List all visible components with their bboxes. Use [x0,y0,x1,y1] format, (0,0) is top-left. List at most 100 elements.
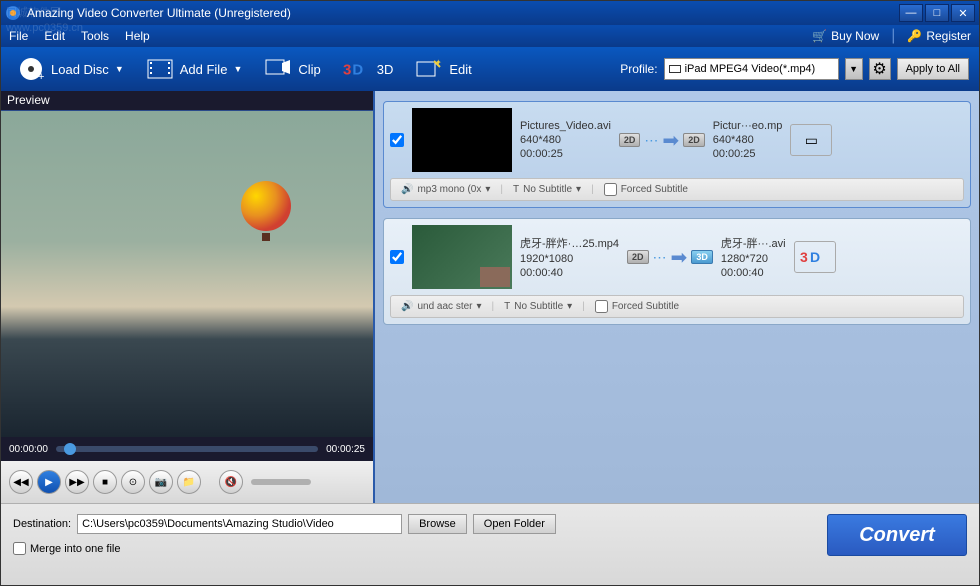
convert-button[interactable]: Convert [827,514,967,556]
close-button[interactable]: ✕ [951,4,975,22]
item-options: 🔊und aac ster▾ | TNo Subtitle▾ | Forced … [390,295,964,318]
merge-label: Merge into one file [30,543,121,555]
edit-label: Edit [449,62,471,77]
menu-tools[interactable]: Tools [81,29,109,43]
timeline-track[interactable] [56,446,318,452]
menubar: File Edit Tools Help 🛒 Buy Now | 🔑 Regis… [1,25,979,47]
arrow-icon: ➡ [671,245,688,270]
audio-select[interactable]: 🔊und aac ster▾ [397,300,486,313]
disc-icon: + [17,55,45,83]
subtitle-select[interactable]: TNo Subtitle▾ [509,183,585,196]
profile-label: Profile: [620,62,657,76]
source-duration: 00:00:25 [520,148,611,160]
load-disc-label: Load Disc [51,62,109,77]
snapshot-button[interactable]: 📷 [149,470,173,494]
clip-button[interactable]: Clip [258,55,326,83]
output-device-icon[interactable]: ▭ [790,124,832,156]
time-current: 00:00:00 [9,444,48,455]
mute-button[interactable]: 🔇 [219,470,243,494]
destination-input[interactable] [77,514,402,534]
toolbar: + Load Disc ▼ Add File ▼ Clip 3D 3D ✦ Ed… [1,47,979,91]
load-disc-button[interactable]: + Load Disc ▼ [11,55,130,83]
folder-button[interactable]: 📁 [177,470,201,494]
prev-button[interactable]: ◀◀ [9,470,33,494]
settings-button[interactable]: ⚙ [869,58,891,80]
camera-icon: 📷 [155,477,167,488]
chevron-down-icon: ▼ [115,64,124,74]
conversion-arrow: 2D ⋯ ➡ 2D [619,128,705,153]
file-item[interactable]: 虎牙-胖炸·…25.mp4 1920*1080 00:00:40 2D ⋯ ➡ … [383,218,971,325]
file-item[interactable]: Pictures_Video.avi 640*480 00:00:25 2D ⋯… [383,101,971,208]
volume-slider[interactable] [251,479,311,485]
forced-checkbox[interactable] [604,183,617,196]
menu-edit[interactable]: Edit [44,29,65,43]
forced-checkbox[interactable] [595,300,608,313]
menu-help[interactable]: Help [125,29,150,43]
profile-section: Profile: iPad MPEG4 Video(*.mp4) ▼ ⚙ App… [620,58,969,80]
speaker-icon: 🔊 [401,301,413,312]
forced-subtitle-toggle[interactable]: Forced Subtitle [591,299,683,314]
audio-select[interactable]: 🔊mp3 mono (0x▾ [397,183,494,196]
source-filename: Pictures_Video.avi [520,120,611,132]
subtitle-select[interactable]: TNo Subtitle▾ [500,300,576,313]
window-title: Amazing Video Converter Ultimate (Unregi… [27,6,899,20]
apply-to-all-button[interactable]: Apply to All [897,58,969,80]
svg-text:✦: ✦ [435,59,442,67]
play-button[interactable]: ▶ [37,470,61,494]
arrow-icon: ➡ [662,128,679,153]
add-file-label: Add File [180,62,228,77]
3d-button[interactable]: 3D 3D [337,55,400,83]
item-thumbnail[interactable] [412,108,512,172]
edit-button[interactable]: ✦ Edit [409,55,477,83]
file-list: Pictures_Video.avi 640*480 00:00:25 2D ⋯… [373,91,979,503]
text-icon: T [513,184,519,195]
buy-now-label: Buy Now [831,29,879,43]
output-resolution: 640*480 [713,134,783,146]
item-thumbnail[interactable] [412,225,512,289]
merge-checkbox[interactable] [13,542,26,555]
subtitle-value: No Subtitle [514,301,563,312]
buy-now-link[interactable]: 🛒 Buy Now [812,29,879,43]
item-checkbox[interactable] [390,133,404,147]
forced-subtitle-toggle[interactable]: Forced Subtitle [600,182,692,197]
menu-file[interactable]: File [9,29,28,43]
register-link[interactable]: 🔑 Register [907,29,971,43]
separator: | [891,27,895,45]
source-resolution: 1920*1080 [520,253,619,265]
open-folder-button[interactable]: Open Folder [473,514,556,534]
source-filename: 虎牙-胖炸·…25.mp4 [520,235,619,251]
item-checkbox[interactable] [390,250,404,264]
edit-icon: ✦ [415,55,443,83]
preview-video[interactable] [1,111,373,437]
browse-button[interactable]: Browse [408,514,467,534]
svg-text:D: D [810,249,820,265]
output-badge: 2D [683,133,705,147]
source-badge: 2D [619,133,641,147]
profile-select[interactable]: iPad MPEG4 Video(*.mp4) [664,58,839,80]
gear-icon: ⚙ [872,59,886,79]
3d-label: 3D [377,62,394,77]
clip-icon [264,55,292,83]
step-button[interactable]: ⊙ [121,470,145,494]
dots-icon: ⋯ [653,249,667,266]
svg-text:3: 3 [343,62,351,79]
output-device-icon[interactable]: 3D [794,241,836,273]
profile-dropdown-button[interactable]: ▼ [845,58,863,80]
bottom-bar: Destination: Browse Open Folder Merge in… [1,503,979,585]
maximize-button[interactable]: □ [925,4,949,22]
subtitle-value: No Subtitle [523,184,572,195]
source-duration: 00:00:40 [520,267,619,279]
player-controls: ◀◀ ▶ ▶▶ ■ ⊙ 📷 📁 🔇 [1,461,373,503]
minimize-button[interactable]: — [899,4,923,22]
chevron-down-icon: ▼ [233,64,242,74]
dots-icon: ⋯ [644,132,658,149]
timeline-handle[interactable] [64,443,76,455]
add-file-button[interactable]: Add File ▼ [140,55,249,83]
destination-label: Destination: [13,518,71,530]
next-button[interactable]: ▶▶ [65,470,89,494]
cart-icon: 🛒 [812,29,827,43]
stop-button[interactable]: ■ [93,470,117,494]
forced-label: Forced Subtitle [621,184,688,195]
merge-checkbox-row[interactable]: Merge into one file [13,542,556,555]
preview-panel: Preview 00:00:00 00:00:25 ◀◀ ▶ ▶▶ ■ ⊙ 📷 … [1,91,373,503]
